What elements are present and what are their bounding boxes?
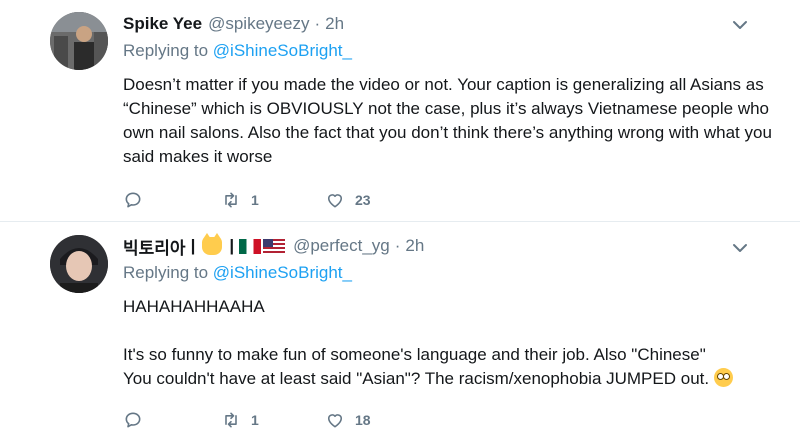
username[interactable]: @spikeyeezy <box>208 14 309 34</box>
replying-to-label: Replying to <box>123 41 209 60</box>
avatar[interactable] <box>50 235 108 293</box>
retweet-button[interactable]: 1 <box>221 410 325 430</box>
tweet-text: Doesn’t matter if you made the video or … <box>123 75 772 166</box>
mention-link[interactable]: @iShineSoBright_ <box>213 263 352 282</box>
separator-dot: · <box>394 236 401 255</box>
name-separator: | <box>229 236 235 255</box>
tweet[interactable]: Spike Yee @spikeyeezy · 2h Replying to @… <box>0 0 800 222</box>
chevron-down-icon[interactable] <box>732 240 748 256</box>
retweet-count: 1 <box>251 412 259 428</box>
face-with-rolling-eyes-emoji <box>713 368 733 387</box>
retweet-button[interactable]: 1 <box>221 190 325 210</box>
timestamp[interactable]: 2h <box>405 236 424 256</box>
usa-flag-icon <box>263 238 286 254</box>
retweet-icon <box>221 410 241 430</box>
tweet-actions: 1 23 <box>123 188 415 212</box>
timestamp[interactable]: 2h <box>325 14 344 34</box>
cat-face-emoji <box>202 233 223 255</box>
heart-icon <box>325 410 345 430</box>
replying-to: Replying to @iShineSoBright_ <box>123 41 760 65</box>
mexico-flag-icon <box>239 238 262 254</box>
reply-icon <box>123 190 143 210</box>
heart-icon <box>325 190 345 210</box>
separator-dot: · <box>314 14 321 33</box>
retweet-count: 1 <box>251 192 259 208</box>
avatar[interactable] <box>50 12 108 70</box>
like-button[interactable]: 18 <box>325 410 415 430</box>
reply-button[interactable] <box>123 410 221 430</box>
name-separator: | <box>190 236 196 255</box>
retweet-icon <box>221 190 241 210</box>
tweet-actions: 1 18 <box>123 408 415 432</box>
tweet-text-body: HAHAHAHHAAHA It's so funny to make fun o… <box>123 297 710 388</box>
display-name[interactable]: 빅토리아 <box>123 234 186 259</box>
replying-to: Replying to @iShineSoBright_ <box>123 263 760 287</box>
display-name[interactable]: Spike Yee <box>123 14 202 34</box>
replying-to-label: Replying to <box>123 263 209 282</box>
reply-icon <box>123 410 143 430</box>
tweet-text: HAHAHAHHAAHA It's so funny to make fun o… <box>123 295 773 391</box>
like-button[interactable]: 23 <box>325 190 415 210</box>
tweet-header: 빅토리아 | | @perfect_yg · 2h <box>123 233 760 259</box>
tweet-header: Spike Yee @spikeyeezy · 2h <box>123 12 760 36</box>
mention-link[interactable]: @iShineSoBright_ <box>213 41 352 60</box>
like-count: 18 <box>355 412 371 428</box>
chevron-down-icon[interactable] <box>732 17 748 33</box>
reply-button[interactable] <box>123 190 221 210</box>
tweet[interactable]: 빅토리아 | | @perfect_yg · 2h Replying to @i… <box>0 222 800 445</box>
username[interactable]: @perfect_yg <box>293 236 390 256</box>
like-count: 23 <box>355 192 371 208</box>
